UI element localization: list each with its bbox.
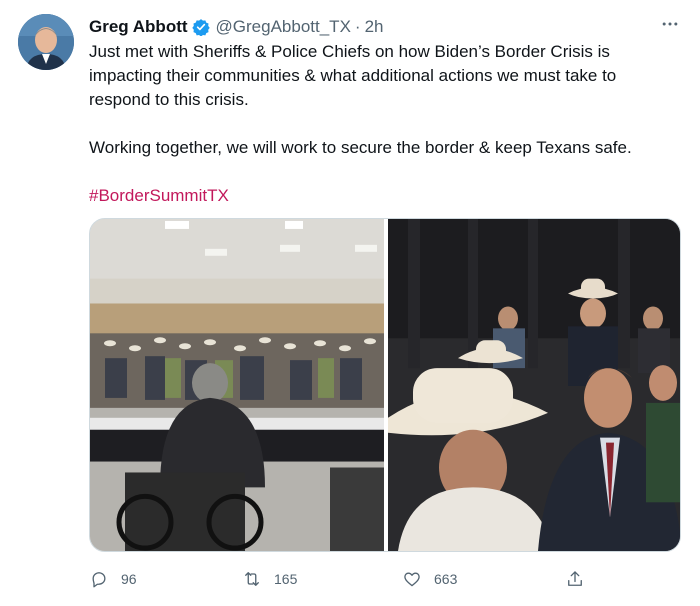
tweet-paragraph: Just met with Sheriffs & Police Chiefs o… [89,42,617,109]
tweet-text: Just met with Sheriffs & Police Chiefs o… [89,40,679,208]
author-name[interactable]: Greg Abbott [89,17,188,37]
like-button[interactable]: 663 [402,566,457,592]
tweet-paragraph: Working together, we will work to secure… [89,138,632,157]
retweet-button[interactable]: 165 [242,566,297,592]
retweet-icon [245,572,259,586]
tweet-card: Greg Abbott @GregAbbott_TX · 2h Just met… [0,0,700,606]
attendees-in-cowboy-hats-photo[interactable] [388,219,680,551]
tweet-actions: 96 165 663 [89,566,609,592]
like-icon [404,572,420,587]
tweet-header: Greg Abbott @GregAbbott_TX · 2h [89,16,384,38]
hashtag-link[interactable]: #BorderSummitTX [89,186,229,205]
retweet-count: 165 [274,571,298,587]
author-handle[interactable]: @GregAbbott_TX [216,17,351,37]
like-count: 663 [434,571,458,587]
more-icon[interactable] [660,14,680,40]
share-button[interactable] [565,566,597,592]
reply-button[interactable]: 96 [89,566,137,592]
avatar[interactable] [18,14,74,70]
separator-dot: · [354,17,361,36]
reply-icon [92,572,106,588]
conference-room-photo[interactable] [90,219,384,551]
share-icon [568,571,582,586]
reply-count: 96 [121,571,137,587]
timestamp[interactable]: 2h [365,17,384,37]
verified-badge-icon [191,18,210,37]
media-grid [89,218,681,552]
